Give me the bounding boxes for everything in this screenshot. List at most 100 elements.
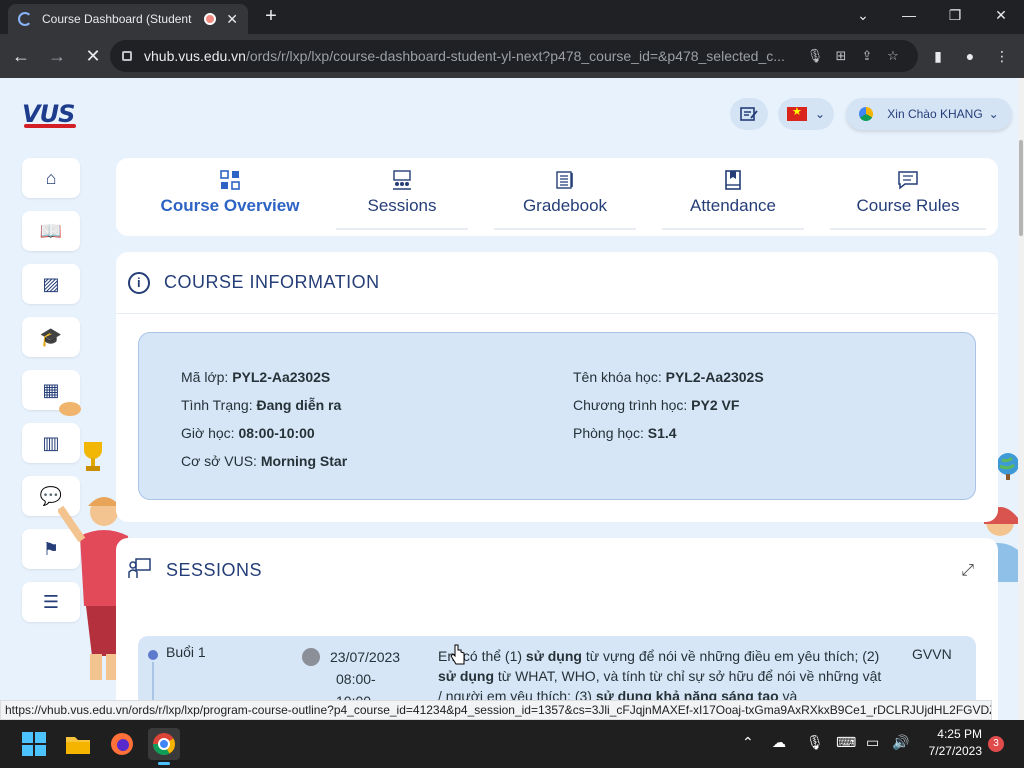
info-status: Tình Trạng: Đang diễn ra	[181, 397, 342, 413]
bookmark-book-icon	[662, 170, 804, 196]
file-explorer-icon[interactable]	[62, 728, 94, 760]
tab-search-icon[interactable]: ⌄	[840, 0, 886, 30]
sidebar-courses[interactable]: 🎓	[22, 317, 80, 357]
course-information-header: i COURSE INFORMATION	[116, 252, 998, 314]
session-name: Buổi 1	[166, 644, 206, 660]
presentation-icon	[128, 557, 152, 584]
hand-cursor-icon	[450, 644, 466, 671]
network-icon[interactable]: ▭	[866, 734, 879, 751]
browser-tab[interactable]: Course Dashboard (Student ✕	[8, 4, 248, 34]
user-menu-button[interactable]: Xin Chào KHANG ⌄	[846, 98, 1012, 130]
browser-tab-strip: Course Dashboard (Student ✕ + ⌄ — ❐ ✕	[0, 0, 1024, 34]
url-host: vhub.vus.edu.vn	[144, 48, 246, 64]
snack-illustration	[58, 400, 82, 418]
link-status-bar: https://vhub.vus.edu.vn/ords/r/lxp/lxp/p…	[0, 700, 992, 720]
tab-course-overview[interactable]: Course Overview	[142, 170, 318, 226]
chevron-down-icon: ⌄	[988, 107, 999, 121]
info-campus: Cơ sở VUS: Morning Star	[181, 453, 348, 469]
tab-attendance[interactable]: Attendance	[662, 170, 804, 230]
course-information-box: Mã lớp: PYL2-Aa2302S Tình Trạng: Đang di…	[138, 332, 976, 500]
maximize-button[interactable]: ❐	[932, 0, 978, 30]
checklist-icon: ☰	[42, 591, 60, 612]
info-class-code: Mã lớp: PYL2-Aa2302S	[181, 369, 331, 385]
translate-icon[interactable]: ⊞	[828, 48, 854, 64]
recording-icon	[204, 13, 217, 25]
forward-button[interactable]: →	[42, 41, 72, 71]
address-bar[interactable]: vhub.vus.edu.vn /ords/r/lxp/lxp/course-d…	[110, 40, 918, 72]
windows-start-icon[interactable]	[18, 728, 50, 760]
tab-label: Course Overview	[160, 196, 300, 215]
sidebar-gallery[interactable]: ▨	[22, 264, 80, 304]
edit-note-icon	[740, 107, 758, 121]
image-icon: ▨	[42, 273, 60, 294]
avatar	[859, 107, 874, 121]
calendar-icon: ▦	[42, 379, 60, 400]
chrome-icon[interactable]	[148, 728, 180, 765]
scrollbar-thumb[interactable]	[1019, 140, 1023, 236]
expand-icon[interactable]: ⤢	[961, 562, 974, 580]
vietnam-flag-icon	[786, 105, 807, 121]
info-room: Phòng học: S1.4	[573, 425, 677, 441]
info-course-name: Tên khóa học: PYL2-Aa2302S	[573, 369, 764, 385]
url-path: /ords/r/lxp/lxp/course-dashboard-student…	[245, 48, 785, 64]
course-information-card: i COURSE INFORMATION Mã lớp: PYL2-Aa2302…	[116, 252, 998, 522]
close-tab-icon[interactable]: ✕	[226, 11, 238, 28]
profile-icon[interactable]: ●	[958, 44, 982, 68]
browser-toolbar: ← → ✕ vhub.vus.edu.vn /ords/r/lxp/lxp/co…	[0, 34, 1024, 78]
sidebar-home[interactable]: ⌂	[22, 158, 80, 198]
language-select[interactable]: ⌄	[778, 98, 834, 130]
tab-course-rules[interactable]: Course Rules	[830, 170, 986, 230]
sessions-header: SESSIONS	[116, 538, 998, 602]
graduation-cap-icon: 🎓	[39, 326, 63, 347]
sidebar-books[interactable]: 📖	[22, 211, 80, 251]
clock-icon	[302, 648, 320, 666]
keyboard-icon[interactable]: ⌨	[836, 734, 856, 751]
stop-loading-button[interactable]: ✕	[78, 41, 108, 71]
gradebook-icon	[494, 170, 636, 196]
session-teacher: GVVN	[912, 646, 952, 662]
classroom-icon	[336, 170, 468, 196]
new-tab-button[interactable]: +	[260, 4, 282, 28]
tab-label: Sessions	[367, 196, 437, 215]
tab-sessions[interactable]: Sessions	[336, 170, 468, 230]
grid-icon	[142, 170, 318, 196]
onedrive-icon[interactable]: ☁	[772, 734, 786, 751]
web-page: VUS ⌄ Xin Chào KHANG ⌄ ⌂ 📖 ▨ 🎓 ▦ ▥ 💬 ⚑ ☰	[0, 78, 1018, 720]
microphone-icon[interactable]: 🎙	[806, 734, 824, 751]
section-title: COURSE INFORMATION	[164, 272, 380, 292]
share-icon[interactable]: ⇪	[854, 48, 880, 64]
firefox-icon[interactable]	[106, 728, 138, 760]
close-window-button[interactable]: ✕	[978, 0, 1024, 30]
notification-badge[interactable]: 3	[988, 736, 1004, 752]
microphone-icon[interactable]: 🎙	[802, 48, 828, 64]
page-scrollbar[interactable]	[1018, 78, 1024, 720]
section-title: SESSIONS	[166, 559, 263, 580]
session-description: Em có thể (1) sử dụng từ vựng để nói về …	[438, 648, 882, 704]
menu-kebab-icon[interactable]: ⋮	[990, 44, 1014, 68]
loading-icon	[18, 12, 32, 26]
info-program: Chương trình học: PY2 VF	[573, 397, 740, 413]
info-icon: i	[128, 271, 150, 294]
info-column-right: Tên khóa học: PYL2-Aa2302S Chương trình …	[573, 363, 764, 447]
notes-button[interactable]	[730, 98, 768, 130]
back-button[interactable]: ←	[6, 41, 36, 71]
vus-logo[interactable]: VUS	[22, 100, 78, 130]
side-panel-icon[interactable]: ▮	[926, 44, 950, 68]
sessions-card: SESSIONS ⤢ Buổi 1 23/07/202308:00-10:00 …	[116, 538, 998, 720]
home-icon: ⌂	[45, 167, 57, 188]
chevron-up-icon[interactable]: ⌃	[742, 734, 754, 751]
tab-label: Attendance	[689, 196, 776, 215]
tab-title: Course Dashboard (Student	[42, 12, 192, 26]
tab-label: Course Rules	[856, 196, 960, 215]
message-icon	[830, 170, 986, 196]
info-column-left: Mã lớp: PYL2-Aa2302S Tình Trạng: Đang di…	[181, 363, 347, 475]
taskbar-clock[interactable]: 4:25 PM 7/27/2023	[916, 726, 982, 760]
volume-icon[interactable]: 🔊	[892, 734, 909, 751]
tab-label: Gradebook	[522, 196, 608, 215]
tab-gradebook[interactable]: Gradebook	[494, 170, 636, 230]
sidebar-library[interactable]: ▥	[22, 423, 80, 463]
trophy-illustration	[80, 440, 106, 474]
course-tabs-card: Course Overview Sessions Gradebook Atten…	[116, 158, 998, 236]
bookmark-star-icon[interactable]: ☆	[880, 48, 906, 64]
minimize-button[interactable]: —	[886, 0, 932, 30]
